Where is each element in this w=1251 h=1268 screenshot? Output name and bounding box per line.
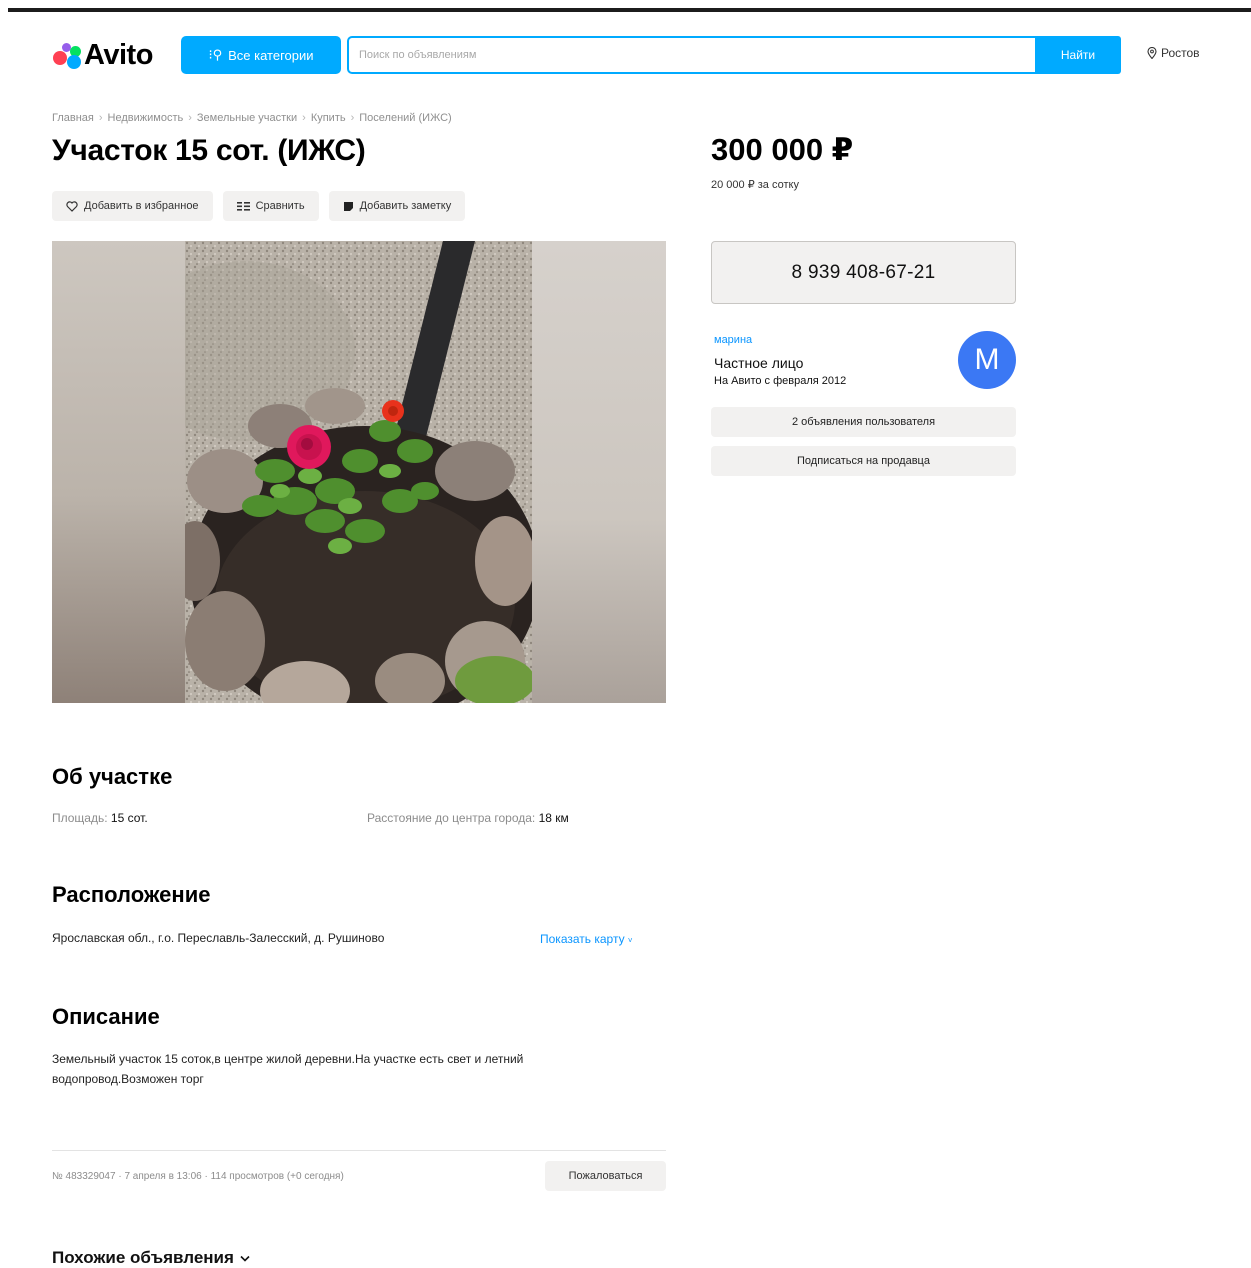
photo-gallery[interactable] <box>52 241 666 703</box>
compare-label: Сравнить <box>255 200 305 212</box>
show-map-link[interactable]: Показать карту ˅ <box>540 932 633 946</box>
complain-button[interactable]: Пожаловаться <box>545 1161 666 1191</box>
chevron-down-icon <box>240 1255 250 1262</box>
breadcrumb-separator: › <box>98 112 103 124</box>
categories-search-icon: ⁝⚲ <box>208 47 223 62</box>
search-input[interactable] <box>349 38 1035 72</box>
breadcrumb-item[interactable]: Недвижимость <box>108 112 184 124</box>
avito-logo[interactable]: Avito <box>52 38 153 72</box>
breadcrumb-item[interactable]: Земельные участки <box>197 112 297 124</box>
avatar[interactable]: М <box>958 331 1016 389</box>
logo-dots-icon <box>52 40 82 70</box>
price-per-unit: 20 000 ₽ за сотку <box>711 179 799 191</box>
compare-icon <box>236 201 250 211</box>
distance-value: 18 км <box>538 811 569 825</box>
all-categories-label: Все категории <box>228 47 314 63</box>
logo-text: Avito <box>84 38 153 71</box>
page-title: Участок 15 сот. (ИЖС) <box>52 134 366 167</box>
find-button[interactable]: Найти <box>1035 36 1121 74</box>
seller-listings-button[interactable]: 2 объявления пользователя <box>711 407 1016 437</box>
seller-since: На Авито с февраля 2012 <box>714 375 847 387</box>
add-note-button[interactable]: Добавить заметку <box>328 191 466 221</box>
description-heading: Описание <box>52 1004 160 1029</box>
area-param: Площадь: 15 сот. <box>52 811 148 825</box>
location-pin-icon <box>1147 47 1157 59</box>
breadcrumb: Главная › Недвижимость › Земельные участ… <box>52 112 452 124</box>
city-selector[interactable]: Ростов <box>1147 46 1200 60</box>
seller-name-link[interactable]: марина <box>714 334 752 346</box>
city-label: Ростов <box>1161 46 1200 60</box>
flower-bed-photo <box>185 241 532 703</box>
compare-button[interactable]: Сравнить <box>222 191 319 221</box>
about-heading: Об участке <box>52 764 173 789</box>
top-border <box>8 8 1251 12</box>
listing-meta: № 483329047 · 7 апреля в 13:06 · 114 про… <box>52 1171 344 1182</box>
breadcrumb-item[interactable]: Купить <box>311 112 346 124</box>
breadcrumb-separator: › <box>302 112 306 124</box>
note-icon <box>343 201 353 211</box>
listing-photo[interactable] <box>185 241 532 703</box>
distance-label: Расстояние до центра города: <box>367 811 536 825</box>
show-map-label: Показать карту <box>540 932 625 946</box>
description-text: Земельный участок 15 соток,в центре жило… <box>52 1052 524 1086</box>
add-note-label: Добавить заметку <box>359 200 452 212</box>
similar-listings-toggle[interactable]: Похожие объявления <box>52 1248 250 1268</box>
location-heading: Расположение <box>52 882 211 907</box>
add-to-favorites-label: Добавить в избранное <box>84 200 199 212</box>
area-label: Площадь: <box>52 811 108 825</box>
breadcrumb-separator: › <box>188 112 192 124</box>
price: 300 000 ₽ <box>711 132 854 167</box>
heart-icon <box>66 200 78 212</box>
area-value: 15 сот. <box>110 811 148 825</box>
breadcrumb-separator: › <box>350 112 355 124</box>
chevron-down-icon: ˅ <box>627 936 633 945</box>
similar-listings-label: Похожие объявления <box>52 1248 234 1267</box>
distance-param: Расстояние до центра города: 18 км <box>367 811 569 825</box>
breadcrumb-item[interactable]: Главная <box>52 112 94 124</box>
search-bar: Найти <box>347 36 1121 74</box>
subscribe-seller-button[interactable]: Подписаться на продавца <box>711 446 1016 476</box>
divider <box>52 1150 666 1151</box>
all-categories-button[interactable]: ⁝⚲ Все категории <box>181 36 341 74</box>
breadcrumb-item[interactable]: Поселений (ИЖС) <box>359 112 451 124</box>
add-to-favorites-button[interactable]: Добавить в избранное <box>52 191 213 221</box>
show-phone-button[interactable]: 8 939 408-67-21 <box>711 241 1016 304</box>
listing-actions: Добавить в избранное Сравнить Добавить з… <box>52 191 466 221</box>
seller-type: Частное лицо <box>714 355 804 371</box>
address: Ярославская обл., г.о. Переславль-Залесс… <box>52 931 385 945</box>
